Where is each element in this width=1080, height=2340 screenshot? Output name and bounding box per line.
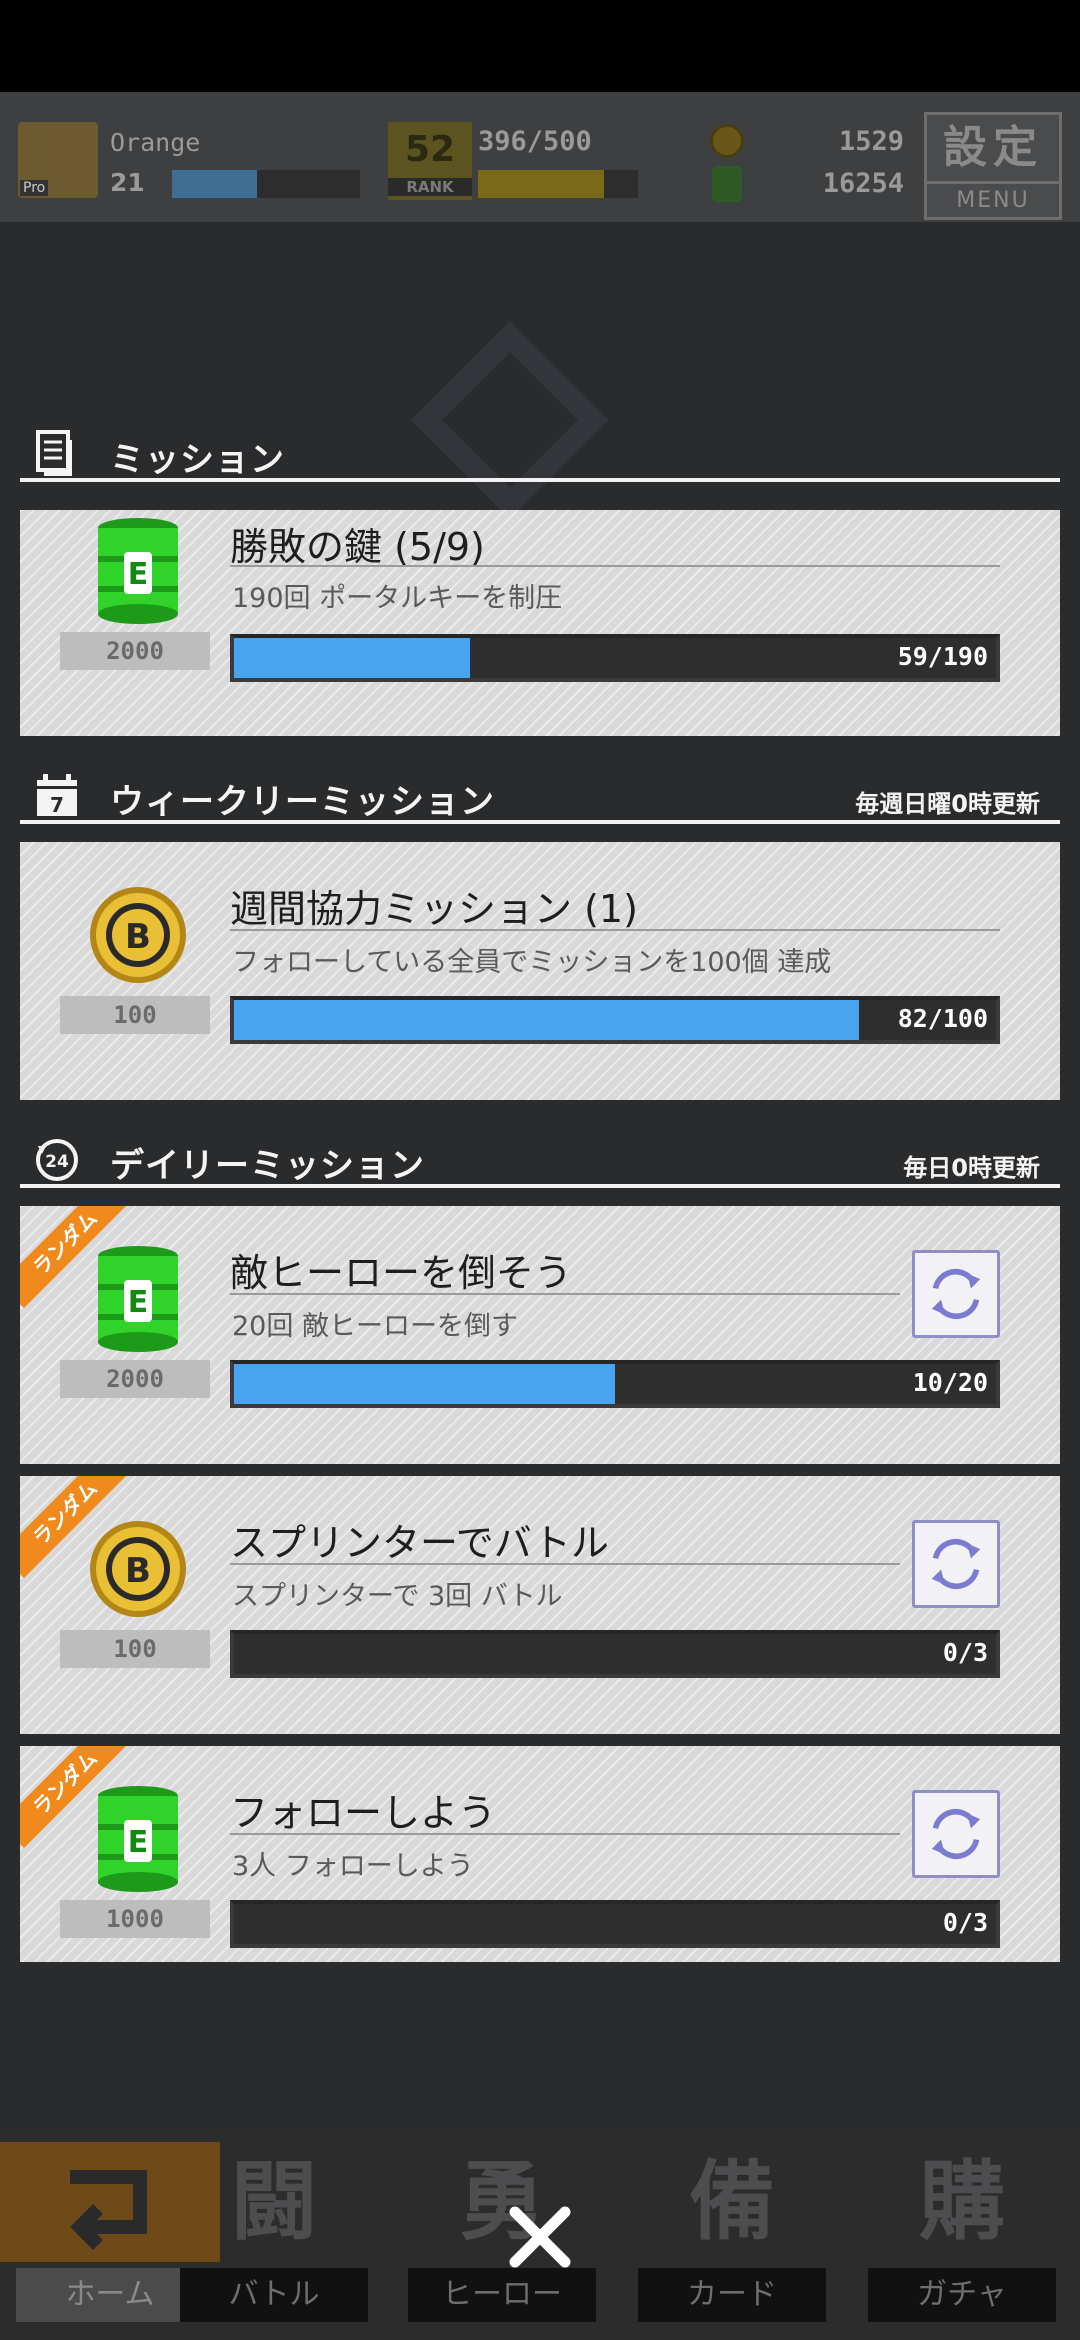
reward-amount: 100 xyxy=(60,996,210,1034)
green-can-icon: E xyxy=(98,1246,178,1352)
card-icon: 備 xyxy=(689,2152,775,2252)
mission-description: スプリンターで 3回 バトル xyxy=(232,1581,563,1612)
progress-fill xyxy=(234,1000,859,1040)
refresh-24h-icon: 24 xyxy=(36,1139,78,1181)
reroll-icon xyxy=(931,1268,981,1320)
reward-amount: 100 xyxy=(60,1630,210,1668)
nav-card[interactable]: 備 カード xyxy=(622,2138,842,2334)
green-can-icon: E xyxy=(98,518,178,624)
mission-title: 週間協力ミッション (1) xyxy=(230,887,638,931)
battle-icon: 闘 xyxy=(231,2152,317,2252)
nav-label: カード xyxy=(638,2268,826,2322)
mission-progress-bar: 0/3 xyxy=(230,1900,1000,1948)
nav-label: バトル xyxy=(180,2268,368,2322)
rank-progress-text: 396/500 xyxy=(478,126,592,157)
reroll-mission-button[interactable] xyxy=(912,1250,1000,1338)
section-daily-header: 24 デイリーミッション 毎日0時更新 xyxy=(20,1136,1060,1188)
gold-coin-icon: B xyxy=(90,887,186,983)
progress-text: 82/100 xyxy=(897,1004,988,1033)
mission-description: 3人 フォローしよう xyxy=(232,1851,474,1882)
progress-fill xyxy=(234,1364,615,1404)
close-icon[interactable] xyxy=(505,2202,575,2272)
nav-hero[interactable]: 勇 ヒーロー xyxy=(392,2138,612,2334)
progress-fill xyxy=(234,638,471,678)
reward-amount: 2000 xyxy=(60,1360,210,1398)
mission-progress-bar: 59/190 xyxy=(230,634,1000,682)
mission-title: 勝敗の鍵 (5/9) xyxy=(230,525,485,569)
mission-description: 20回 敵ヒーローを倒す xyxy=(232,1311,518,1342)
mission-title: 敵ヒーローを倒そう xyxy=(230,1251,573,1295)
green-can-icon: E xyxy=(98,1786,178,1892)
reroll-icon xyxy=(931,1808,981,1860)
progress-text: 0/3 xyxy=(942,1908,988,1937)
top-hud: Pro Orange 21 52 RANK 396/500 1529 16254… xyxy=(0,92,1080,222)
energy-count: 16254 xyxy=(822,168,904,199)
mission-progress-bar: 10/20 xyxy=(230,1360,1000,1408)
mission-card[interactable]: ランダム E 2000 敵ヒーローを倒そう 20回 敵ヒーローを倒す 10/20 xyxy=(20,1206,1060,1464)
mission-card[interactable]: E 2000 勝敗の鍵 (5/9) 190回 ポータルキーを制圧 59/190 xyxy=(20,510,1060,736)
section-weekly-header: 7 ウィークリーミッション 毎週日曜0時更新 xyxy=(20,772,1060,824)
svg-text:7: 7 xyxy=(50,793,64,817)
svg-text:24: 24 xyxy=(45,1152,69,1172)
avatar[interactable]: Pro xyxy=(18,122,98,198)
progress-text: 10/20 xyxy=(912,1368,988,1397)
svg-text:B: B xyxy=(125,917,151,957)
mission-card[interactable]: ランダム E 1000 フォローしよう 3人 フォローしよう 0/3 xyxy=(20,1746,1060,1962)
reset-note: 毎週日曜0時更新 xyxy=(855,790,1040,818)
mission-title: フォローしよう xyxy=(230,1791,497,1835)
rank-progress-bar xyxy=(478,170,638,198)
mission-progress-bar: 82/100 xyxy=(230,996,1000,1044)
nav-label: ヒーロー xyxy=(408,2268,596,2322)
rank-badge: 52 RANK xyxy=(388,122,472,200)
nav-label: ガチャ xyxy=(868,2268,1056,2322)
gold-coin-icon: B xyxy=(90,1521,186,1617)
gacha-icon: 購 xyxy=(919,2152,1005,2252)
settings-menu-button[interactable]: 設定 MENU xyxy=(924,112,1062,220)
reroll-mission-button[interactable] xyxy=(912,1520,1000,1608)
coin-icon xyxy=(710,124,744,158)
level-progress-bar xyxy=(172,170,360,198)
nav-battle[interactable]: 闘 バトル xyxy=(164,2138,384,2334)
reward-amount: 1000 xyxy=(60,1900,210,1938)
reroll-icon xyxy=(931,1538,981,1590)
mission-description: フォローしている全員でミッションを100個 達成 xyxy=(232,947,832,978)
svg-text:B: B xyxy=(125,1551,151,1591)
home-icon xyxy=(70,2170,147,2250)
section-mission-header: ミッション xyxy=(20,430,1060,482)
mission-title: スプリンターでバトル xyxy=(230,1521,609,1565)
document-icon xyxy=(36,430,72,476)
progress-text: 59/190 xyxy=(897,642,988,671)
mission-card[interactable]: B 100 週間協力ミッション (1) フォローしている全員でミッションを100… xyxy=(20,842,1060,1100)
progress-text: 0/3 xyxy=(942,1638,988,1667)
reward-amount: 2000 xyxy=(60,632,210,670)
coin-count: 1529 xyxy=(838,126,904,157)
status-bar xyxy=(0,0,1080,92)
section-title: ウィークリーミッション xyxy=(110,782,495,822)
svg-text:E: E xyxy=(128,1285,149,1320)
energy-can-icon xyxy=(712,166,742,202)
calendar-icon: 7 xyxy=(37,774,77,817)
player-level: 21 xyxy=(110,168,145,197)
background-emblem xyxy=(411,321,609,519)
hero-icon: 勇 xyxy=(459,2152,545,2252)
svg-text:E: E xyxy=(128,1825,149,1860)
svg-text:E: E xyxy=(128,557,149,592)
reset-note: 毎日0時更新 xyxy=(903,1154,1040,1182)
player-name: Orange xyxy=(110,128,201,157)
reroll-mission-button[interactable] xyxy=(912,1790,1000,1878)
section-title: デイリーミッション xyxy=(110,1146,425,1186)
mission-description: 190回 ポータルキーを制圧 xyxy=(232,583,563,614)
mission-progress-bar: 0/3 xyxy=(230,1630,1000,1678)
nav-gacha[interactable]: 購 ガチャ xyxy=(852,2138,1072,2334)
section-title: ミッション xyxy=(110,440,285,480)
mission-card[interactable]: ランダム B 100 スプリンターでバトル スプリンターで 3回 バトル 0/3 xyxy=(20,1476,1060,1734)
